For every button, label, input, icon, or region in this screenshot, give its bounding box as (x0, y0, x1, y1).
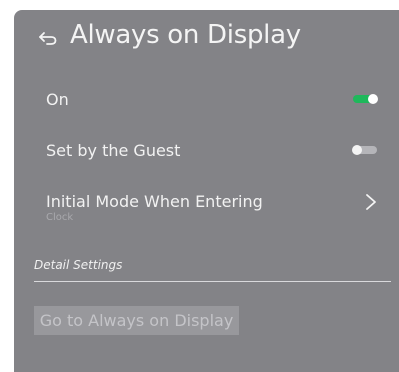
on-toggle[interactable] (353, 94, 378, 104)
page-title: Always on Display (70, 20, 301, 50)
setting-row-set-by-guest[interactable]: Set by the Guest (14, 127, 399, 173)
toggle-knob (352, 145, 362, 155)
toggle-knob (368, 94, 378, 104)
back-arrow-icon[interactable] (38, 28, 58, 46)
detail-settings-label: Detail Settings (34, 258, 123, 272)
setting-row-initial-mode[interactable]: Initial Mode When Entering Clock (14, 180, 399, 230)
always-on-display-panel: Always on Display On Set by the Guest In… (14, 10, 399, 372)
go-to-always-on-display-button[interactable]: Go to Always on Display (34, 306, 239, 335)
panel-header: Always on Display (14, 10, 399, 66)
setting-value-initial-mode: Clock (46, 212, 74, 223)
setting-label-on: On (46, 90, 69, 109)
setting-label-initial-mode: Initial Mode When Entering (46, 192, 263, 211)
chevron-right-icon[interactable] (365, 193, 377, 211)
set-by-guest-toggle[interactable] (352, 145, 377, 155)
section-divider (34, 281, 391, 282)
setting-row-on[interactable]: On (14, 76, 399, 122)
setting-label-set-by-guest: Set by the Guest (46, 141, 181, 160)
